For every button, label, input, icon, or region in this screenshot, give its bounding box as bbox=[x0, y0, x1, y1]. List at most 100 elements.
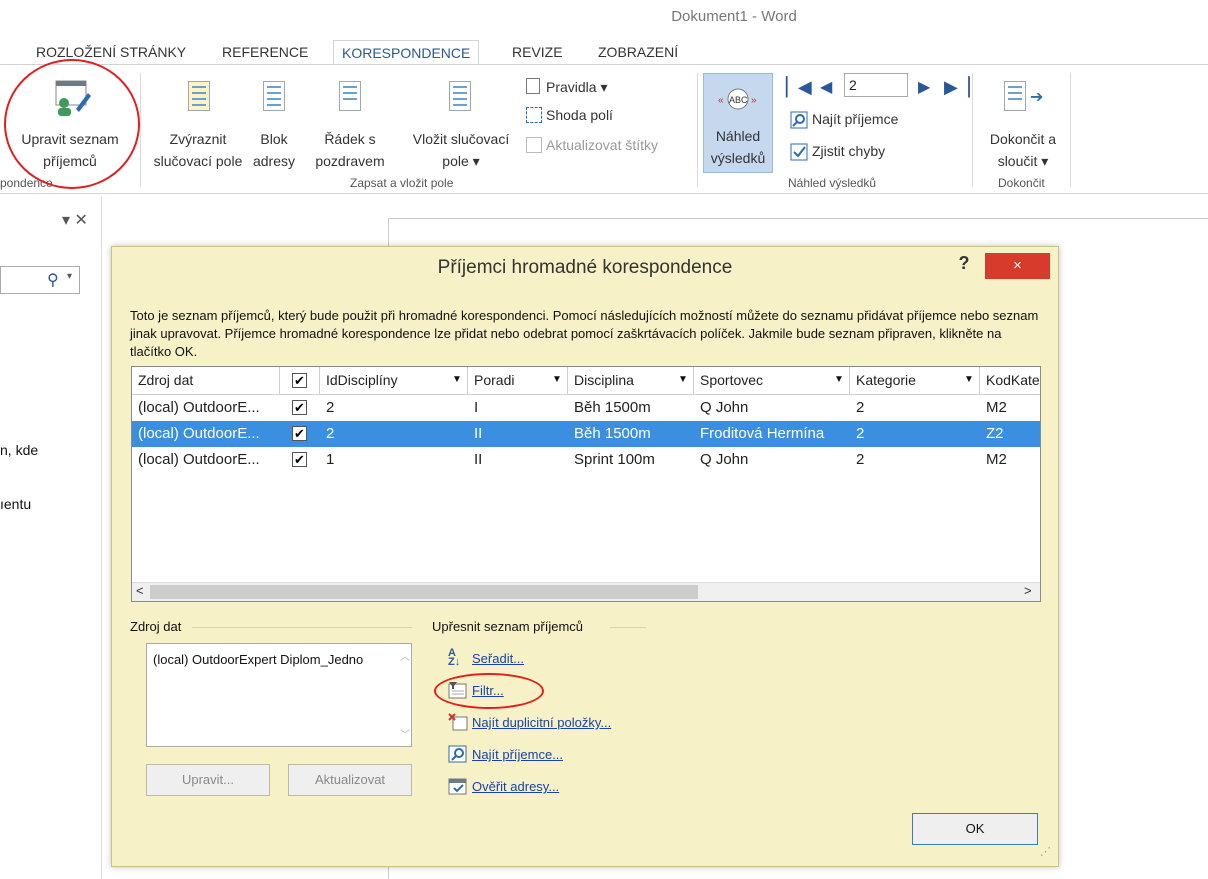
last-record-icon[interactable]: ▶▕ bbox=[944, 77, 970, 98]
recipients-table[interactable]: Zdroj dat ✔ IdDisciplíny ▼ Poradi ▼ Discip… bbox=[131, 366, 1041, 602]
tab-view[interactable]: ZOBRAZENÍ bbox=[590, 40, 686, 66]
cell-source: (local) OutdoorE... bbox=[138, 451, 260, 468]
chevron-down-icon[interactable]: ▼ bbox=[452, 367, 462, 393]
header-checkbox[interactable]: ✔ bbox=[292, 373, 307, 388]
row-checkbox[interactable]: ✔ bbox=[292, 400, 307, 415]
column-header-disciplina[interactable]: Disciplina ▼ bbox=[568, 367, 694, 395]
update-labels-label: Aktualizovat štítky bbox=[546, 137, 659, 153]
chevron-down-icon: ▾ bbox=[67, 271, 73, 282]
refresh-button[interactable]: Aktualizovat bbox=[288, 764, 412, 796]
chevron-down-icon[interactable]: ▼ bbox=[834, 367, 844, 393]
nav-search-input[interactable]: ⚲ ▾ bbox=[0, 266, 80, 294]
sort-link[interactable]: Seřadit... bbox=[472, 651, 524, 666]
preview-label-2: výsledků bbox=[710, 150, 766, 166]
cell-id: 1 bbox=[326, 451, 335, 468]
data-source-list[interactable]: (local) OutdoorExpert Diplom_Jedno ︿ ﹀ bbox=[146, 643, 412, 747]
column-header-poradi[interactable]: Poradi ▼ bbox=[468, 367, 568, 395]
duplicates-icon bbox=[448, 713, 468, 731]
cell-kategorie: 2 bbox=[856, 399, 865, 416]
scroll-left-icon[interactable]: < bbox=[136, 583, 144, 598]
chevron-down-icon[interactable]: ﹀ bbox=[400, 726, 410, 741]
ribbon: Upravit seznam příjemců pondence Zvýrazn… bbox=[0, 59, 1208, 194]
column-header-kodkate[interactable]: KodKate bbox=[980, 367, 1040, 395]
divider bbox=[610, 627, 646, 628]
chevron-down-icon[interactable]: ▼ bbox=[964, 367, 974, 393]
row-checkbox[interactable]: ✔ bbox=[292, 426, 307, 441]
insert-field-label-1: Vložit slučovací bbox=[412, 131, 510, 147]
title-bar: Dokument1 - Word bbox=[0, 0, 1208, 36]
window-title: Dokument1 - Word bbox=[671, 8, 797, 25]
update-labels-icon bbox=[526, 137, 542, 153]
find-recipient-link[interactable]: Najít příjemce... bbox=[472, 747, 563, 762]
table-row-selected[interactable]: (local) OutdoorE... ✔ 2 II Běh 1500m Fro… bbox=[132, 421, 1040, 447]
preview-results-button[interactable]: ABC « » Náhled výsledků bbox=[703, 73, 773, 173]
verify-addresses-icon bbox=[448, 778, 467, 795]
rules-label: Pravidla ▾ bbox=[546, 79, 608, 95]
column-header-iddiscipliny[interactable]: IdDisciplíny ▼ bbox=[320, 367, 468, 395]
cell-source: (local) OutdoorE... bbox=[138, 399, 260, 416]
magnifier-icon bbox=[790, 111, 808, 129]
table-row[interactable]: (local) OutdoorE... ✔ 2 I Běh 1500m Q Jo… bbox=[132, 395, 1040, 421]
group-label-write-insert: Zapsat a vložit pole bbox=[350, 176, 454, 190]
horizontal-scrollbar[interactable]: < > bbox=[132, 582, 1040, 601]
edit-button[interactable]: Upravit... bbox=[146, 764, 270, 796]
insert-merge-field-button[interactable]: Vložit slučovací pole ▾ bbox=[402, 73, 520, 181]
ok-button[interactable]: OK bbox=[912, 813, 1038, 845]
chevron-down-icon[interactable]: ▼ bbox=[552, 367, 562, 393]
ribbon-separator bbox=[697, 73, 698, 187]
list-scrollbar[interactable]: ︿ ﹀ bbox=[399, 644, 411, 746]
dialog-description: Toto je seznam příjemců, který bude použ… bbox=[130, 308, 1039, 359]
cell-id: 2 bbox=[326, 425, 335, 442]
close-button[interactable]: × bbox=[985, 253, 1050, 279]
cell-disciplina: Sprint 100m bbox=[574, 451, 655, 468]
finish-merge-button[interactable]: ➔ Dokončit a sloučit ▾ bbox=[978, 73, 1068, 181]
cell-poradi: I bbox=[474, 399, 479, 416]
column-header-sportovec[interactable]: Sportovec ▼ bbox=[694, 367, 850, 395]
column-header-check[interactable]: ✔ bbox=[280, 367, 320, 395]
cell-kod: Z2 bbox=[986, 425, 1004, 442]
refine-list-label: Upřesnit seznam příjemců bbox=[432, 619, 583, 634]
greeting-line-button[interactable]: Řádek s pozdravem bbox=[298, 73, 402, 181]
pane-close-button[interactable]: ▾ ✕ bbox=[62, 210, 88, 230]
cell-poradi: II bbox=[474, 451, 483, 468]
chevron-down-icon[interactable]: ▼ bbox=[678, 367, 688, 393]
record-number-input[interactable]: 2 bbox=[844, 73, 908, 97]
next-record-icon[interactable]: ▶ bbox=[918, 77, 930, 97]
verify-addresses-link[interactable]: Ověřit adresy... bbox=[472, 779, 559, 794]
data-source-item[interactable]: (local) OutdoorExpert Diplom_Jedno bbox=[153, 652, 363, 667]
column-header-kategorie[interactable]: Kategorie ▼ bbox=[850, 367, 980, 395]
highlight-fields-button[interactable]: Zvýraznit slučovací pole bbox=[146, 73, 250, 181]
previous-record-icon[interactable]: ◀ bbox=[820, 77, 832, 97]
check-errors-icon bbox=[790, 143, 808, 161]
divider bbox=[192, 627, 412, 628]
address-block-button[interactable]: Blok adresy bbox=[250, 73, 298, 181]
cell-poradi: II bbox=[474, 425, 483, 442]
search-icon: ⚲ bbox=[47, 272, 59, 289]
navigation-pane: ▾ ✕ ⚲ ▾ n, kde ıentu bbox=[0, 196, 102, 879]
table-row[interactable]: (local) OutdoorE... ✔ 1 II Sprint 100m Q… bbox=[132, 447, 1040, 473]
svg-text:ABC: ABC bbox=[729, 95, 748, 105]
chevron-up-icon[interactable]: ︿ bbox=[400, 648, 410, 663]
block-label-2: adresy bbox=[252, 153, 296, 169]
column-header-source[interactable]: Zdroj dat bbox=[132, 367, 280, 395]
cell-kategorie: 2 bbox=[856, 425, 865, 442]
cell-disciplina: Běh 1500m bbox=[574, 425, 651, 442]
annotation-circle-filter bbox=[434, 673, 544, 709]
tab-review[interactable]: REVIZE bbox=[504, 40, 571, 66]
highlight-label-1: Zvýraznit bbox=[169, 131, 227, 147]
row-checkbox[interactable]: ✔ bbox=[292, 452, 307, 467]
group-label-preview: Náhled výsledků bbox=[788, 176, 877, 190]
match-fields-label: Shoda polí bbox=[546, 107, 613, 123]
scroll-right-icon[interactable]: > bbox=[1024, 583, 1032, 598]
tab-references[interactable]: REFERENCE bbox=[214, 40, 316, 66]
scrollbar-thumb[interactable] bbox=[150, 585, 698, 599]
find-duplicates-link[interactable]: Najít duplicitní položky... bbox=[472, 715, 611, 730]
sort-icon: A Z↓ bbox=[448, 647, 461, 668]
tab-mailings[interactable]: KORESPONDENCE bbox=[333, 40, 480, 66]
annotation-circle-edit-list bbox=[4, 59, 140, 189]
first-record-icon[interactable]: ▏◀ bbox=[786, 77, 812, 98]
help-button[interactable]: ? bbox=[954, 253, 974, 274]
resize-grip-icon[interactable]: ⋰ bbox=[1040, 845, 1051, 858]
arrow-right-icon: ➔ bbox=[1030, 89, 1044, 106]
match-fields-icon bbox=[526, 107, 542, 123]
